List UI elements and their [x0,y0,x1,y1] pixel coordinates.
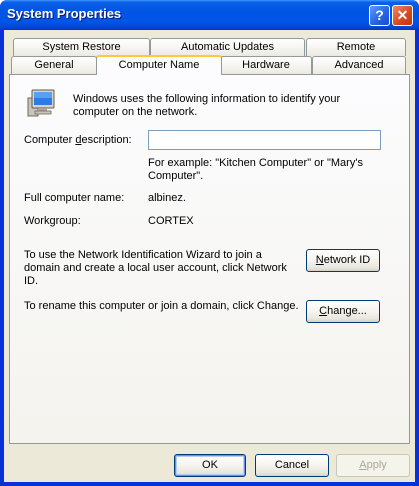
title-bar[interactable]: System Properties ? ✕ [0,0,419,30]
network-wizard-text: To use the Network Identification Wizard… [24,249,287,287]
network-id-button[interactable]: Network ID [306,249,380,272]
intro-text: Windows uses the following information t… [73,93,341,118]
apply-button[interactable]: Apply [336,454,410,477]
close-icon[interactable]: ✕ [392,5,413,26]
description-example-text: For example: "Kitchen Computer" or "Mary… [148,157,363,182]
cancel-button[interactable]: Cancel [255,454,329,477]
tab-computer-name[interactable]: Computer Name [96,55,222,75]
computer-description-label: Computer description: [24,134,132,146]
rename-text: To rename this computer or join a domain… [24,300,299,312]
change-button[interactable]: Change... [306,300,380,323]
computer-monitor-icon [27,89,55,117]
tab-remote[interactable]: Remote [306,38,406,56]
tab-general[interactable]: General [11,56,97,74]
workgroup-value: CORTEX [148,215,194,227]
workgroup-label: Workgroup: [24,215,81,227]
full-computer-name-label: Full computer name: [24,192,125,204]
tab-hardware[interactable]: Hardware [220,56,312,74]
computer-description-input[interactable] [148,130,381,150]
help-icon[interactable]: ? [369,5,390,26]
system-properties-window: System Properties ? ✕ System Restore Aut… [0,0,419,486]
dialog-client-area: System Restore Automatic Updates Remote … [4,30,415,482]
tab-advanced[interactable]: Advanced [312,56,406,74]
full-computer-name-value: albinez. [148,192,186,204]
ok-button[interactable]: OK [174,454,246,477]
window-title: System Properties [7,6,122,21]
tab-automatic-updates[interactable]: Automatic Updates [150,38,305,56]
tab-system-restore[interactable]: System Restore [13,38,150,56]
